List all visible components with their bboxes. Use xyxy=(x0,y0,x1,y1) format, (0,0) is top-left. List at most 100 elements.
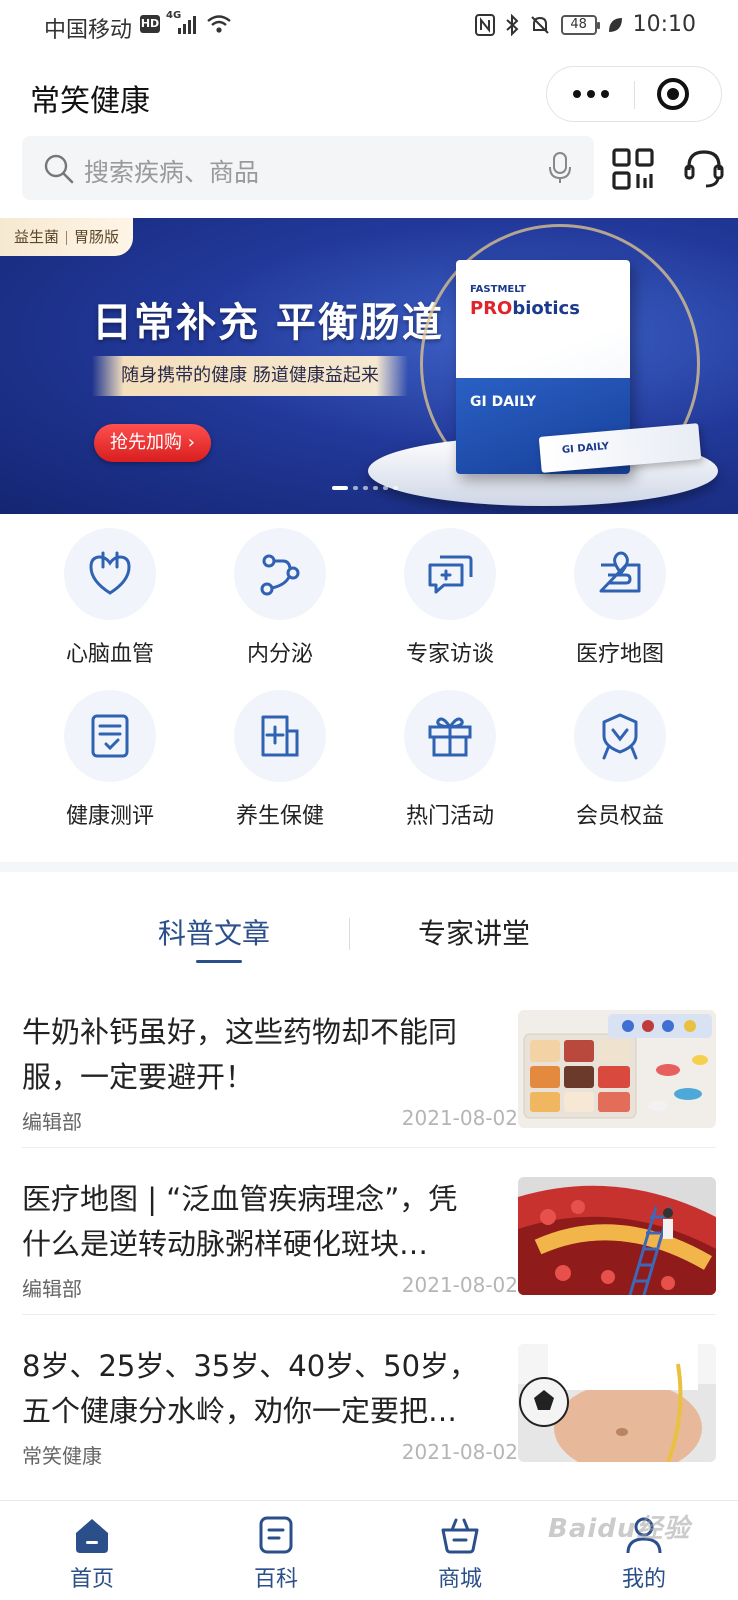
article-divider xyxy=(22,1314,716,1315)
banner-headline: 日常补充 平衡肠道 xyxy=(92,300,444,346)
wifi-icon xyxy=(207,15,231,33)
share-nodes-icon xyxy=(260,554,300,596)
nav-home[interactable]: 首页 xyxy=(0,1501,184,1600)
close-miniprogram-button[interactable] xyxy=(657,78,689,110)
category-icon-wrap xyxy=(404,690,496,782)
heart-icon xyxy=(89,551,131,595)
mute-bell-icon xyxy=(530,15,549,34)
article-thumbnail-belly xyxy=(518,1344,716,1462)
banner-tag: 益生菌 胃肠版 xyxy=(0,218,134,256)
product-name-rest: biotics xyxy=(512,298,580,319)
category-icon-wrap xyxy=(234,690,326,782)
category-label: 养生保健 xyxy=(235,804,324,829)
category-label: 健康测评 xyxy=(65,804,154,829)
page-title: 常笑健康 xyxy=(30,84,150,119)
map-pin-icon xyxy=(599,551,641,593)
article-date: 2021-08-02 xyxy=(401,1106,518,1130)
category-expert-interview[interactable]: 专家访谈 xyxy=(370,528,530,678)
status-right-icons: 48 10:10 xyxy=(474,12,696,37)
category-icon-wrap xyxy=(404,528,496,620)
category-icon-wrap xyxy=(234,528,326,620)
category-label: 心脑血管 xyxy=(65,642,154,667)
search-input[interactable]: 搜索疾病、商品 xyxy=(22,136,594,200)
search-row: 搜索疾病、商品 xyxy=(0,136,738,202)
category-label: 会员权益 xyxy=(575,804,664,829)
article-divider xyxy=(22,1147,716,1148)
carousel-dot[interactable] xyxy=(332,486,348,490)
active-tab-indicator xyxy=(196,960,242,963)
carousel-dot[interactable] xyxy=(373,486,378,490)
scan-qr-icon[interactable] xyxy=(612,148,654,190)
product-name-pro: PRO xyxy=(470,298,513,319)
article-source: 常笑健康 xyxy=(22,1444,102,1468)
article-title: 8岁、25岁、35岁、40岁、50岁，五个健康分水岭，劝你一定要把… xyxy=(22,1349,479,1428)
book-icon xyxy=(259,1516,293,1554)
dot-icon xyxy=(572,90,581,98)
capsule-divider xyxy=(634,81,635,109)
microphone-icon[interactable] xyxy=(548,152,572,184)
carousel-dot[interactable] xyxy=(363,486,368,490)
leaf-icon xyxy=(608,17,622,32)
basket-icon xyxy=(441,1518,479,1554)
promo-banner[interactable]: 益生菌 胃肠版 日常补充 平衡肠道 随身携带的健康 肠道健康益起来 抢先加购 › … xyxy=(0,218,738,514)
buy-now-button[interactable]: 抢先加购 › xyxy=(94,424,211,462)
more-menu-button[interactable] xyxy=(547,67,634,121)
nav-label: 百科 xyxy=(253,1567,298,1592)
tab-expert-lectures[interactable]: 专家讲堂 xyxy=(418,912,530,952)
carrier-name: 中国移动 xyxy=(44,18,133,43)
category-endocrine[interactable]: 内分泌 xyxy=(200,528,360,678)
category-cardio[interactable]: 心脑血管 xyxy=(30,528,190,678)
category-health-assessment[interactable]: 健康测评 xyxy=(30,690,190,840)
clipboard-check-icon xyxy=(91,714,129,758)
status-bar: 中国移动 HD 4G 48 10:10 xyxy=(0,0,738,52)
nav-encyclopedia[interactable]: 百科 xyxy=(184,1501,368,1600)
carousel-indicator xyxy=(332,486,398,490)
article-thumbnail-artery xyxy=(518,1177,716,1295)
clock: 10:10 xyxy=(632,12,696,37)
sachet-label: GI DAILY xyxy=(561,440,610,457)
bluetooth-icon xyxy=(505,13,519,36)
carousel-dot[interactable] xyxy=(393,486,398,490)
category-hot-events[interactable]: 热门活动 xyxy=(370,690,530,840)
article-item[interactable]: 牛奶补钙虽好，这些药物却不能同服，一定要避开！ 编辑部 2021-08-02 xyxy=(22,1010,716,1160)
chat-plus-icon xyxy=(428,555,473,594)
dot-icon xyxy=(600,90,609,98)
article-item[interactable]: 8岁、25岁、35岁、40岁、50岁，五个健康分水岭，劝你一定要把… 常笑健康 … xyxy=(22,1344,716,1494)
category-member-benefits[interactable]: 会员权益 xyxy=(540,690,700,840)
category-icon-wrap xyxy=(574,690,666,782)
article-title: 牛奶补钙虽好，这些药物却不能同服，一定要避开！ xyxy=(22,1015,458,1094)
article-date: 2021-08-02 xyxy=(401,1273,518,1297)
banner-subline: 随身携带的健康 肠道健康益起来 xyxy=(92,356,408,396)
article-item[interactable]: 医疗地图 | “泛血管疾病理念”，凭什么是逆转动脉粥样硬化斑块… 编辑部 202… xyxy=(22,1177,716,1327)
nav-label: 我的 xyxy=(621,1567,666,1592)
miniprogram-capsule xyxy=(546,66,722,122)
tab-science-articles[interactable]: 科普文章 xyxy=(158,912,270,952)
product-name: PRObiotics xyxy=(470,298,580,319)
category-wellness[interactable]: 养生保健 xyxy=(200,690,360,840)
category-icon-wrap xyxy=(64,690,156,782)
nfc-icon xyxy=(474,13,495,36)
search-placeholder: 搜索疾病、商品 xyxy=(84,158,260,187)
article-thumbnail-pills xyxy=(518,1010,716,1128)
medical-box-icon xyxy=(261,715,299,757)
customer-service-icon[interactable] xyxy=(684,148,724,190)
article-source: 编辑部 xyxy=(22,1277,82,1301)
category-medical-map[interactable]: 医疗地图 xyxy=(540,528,700,678)
category-grid: 心脑血管 内分泌 专家访谈 医疗地图 健康测评 养生保健 热门活动 会员权益 xyxy=(0,528,738,858)
category-label: 医疗地图 xyxy=(575,642,664,667)
article-title: 医疗地图 | “泛血管疾病理念”，凭什么是逆转动脉粥样硬化斑块… xyxy=(22,1182,458,1261)
content-tabs: 科普文章 专家讲堂 xyxy=(0,872,738,972)
dot-icon xyxy=(586,90,595,98)
article-date: 2021-08-02 xyxy=(401,1440,518,1464)
nav-mall[interactable]: 商城 xyxy=(368,1501,552,1600)
product-brand: FASTMELT xyxy=(470,284,526,295)
category-icon-wrap xyxy=(574,528,666,620)
carousel-dot[interactable] xyxy=(353,486,358,490)
home-icon xyxy=(76,1519,108,1553)
carousel-dot[interactable] xyxy=(383,486,388,490)
battery-level: 48 xyxy=(560,14,600,35)
gift-icon xyxy=(428,717,472,757)
nav-label: 商城 xyxy=(437,1567,482,1592)
search-icon xyxy=(44,154,74,184)
signal-icon xyxy=(178,16,196,34)
